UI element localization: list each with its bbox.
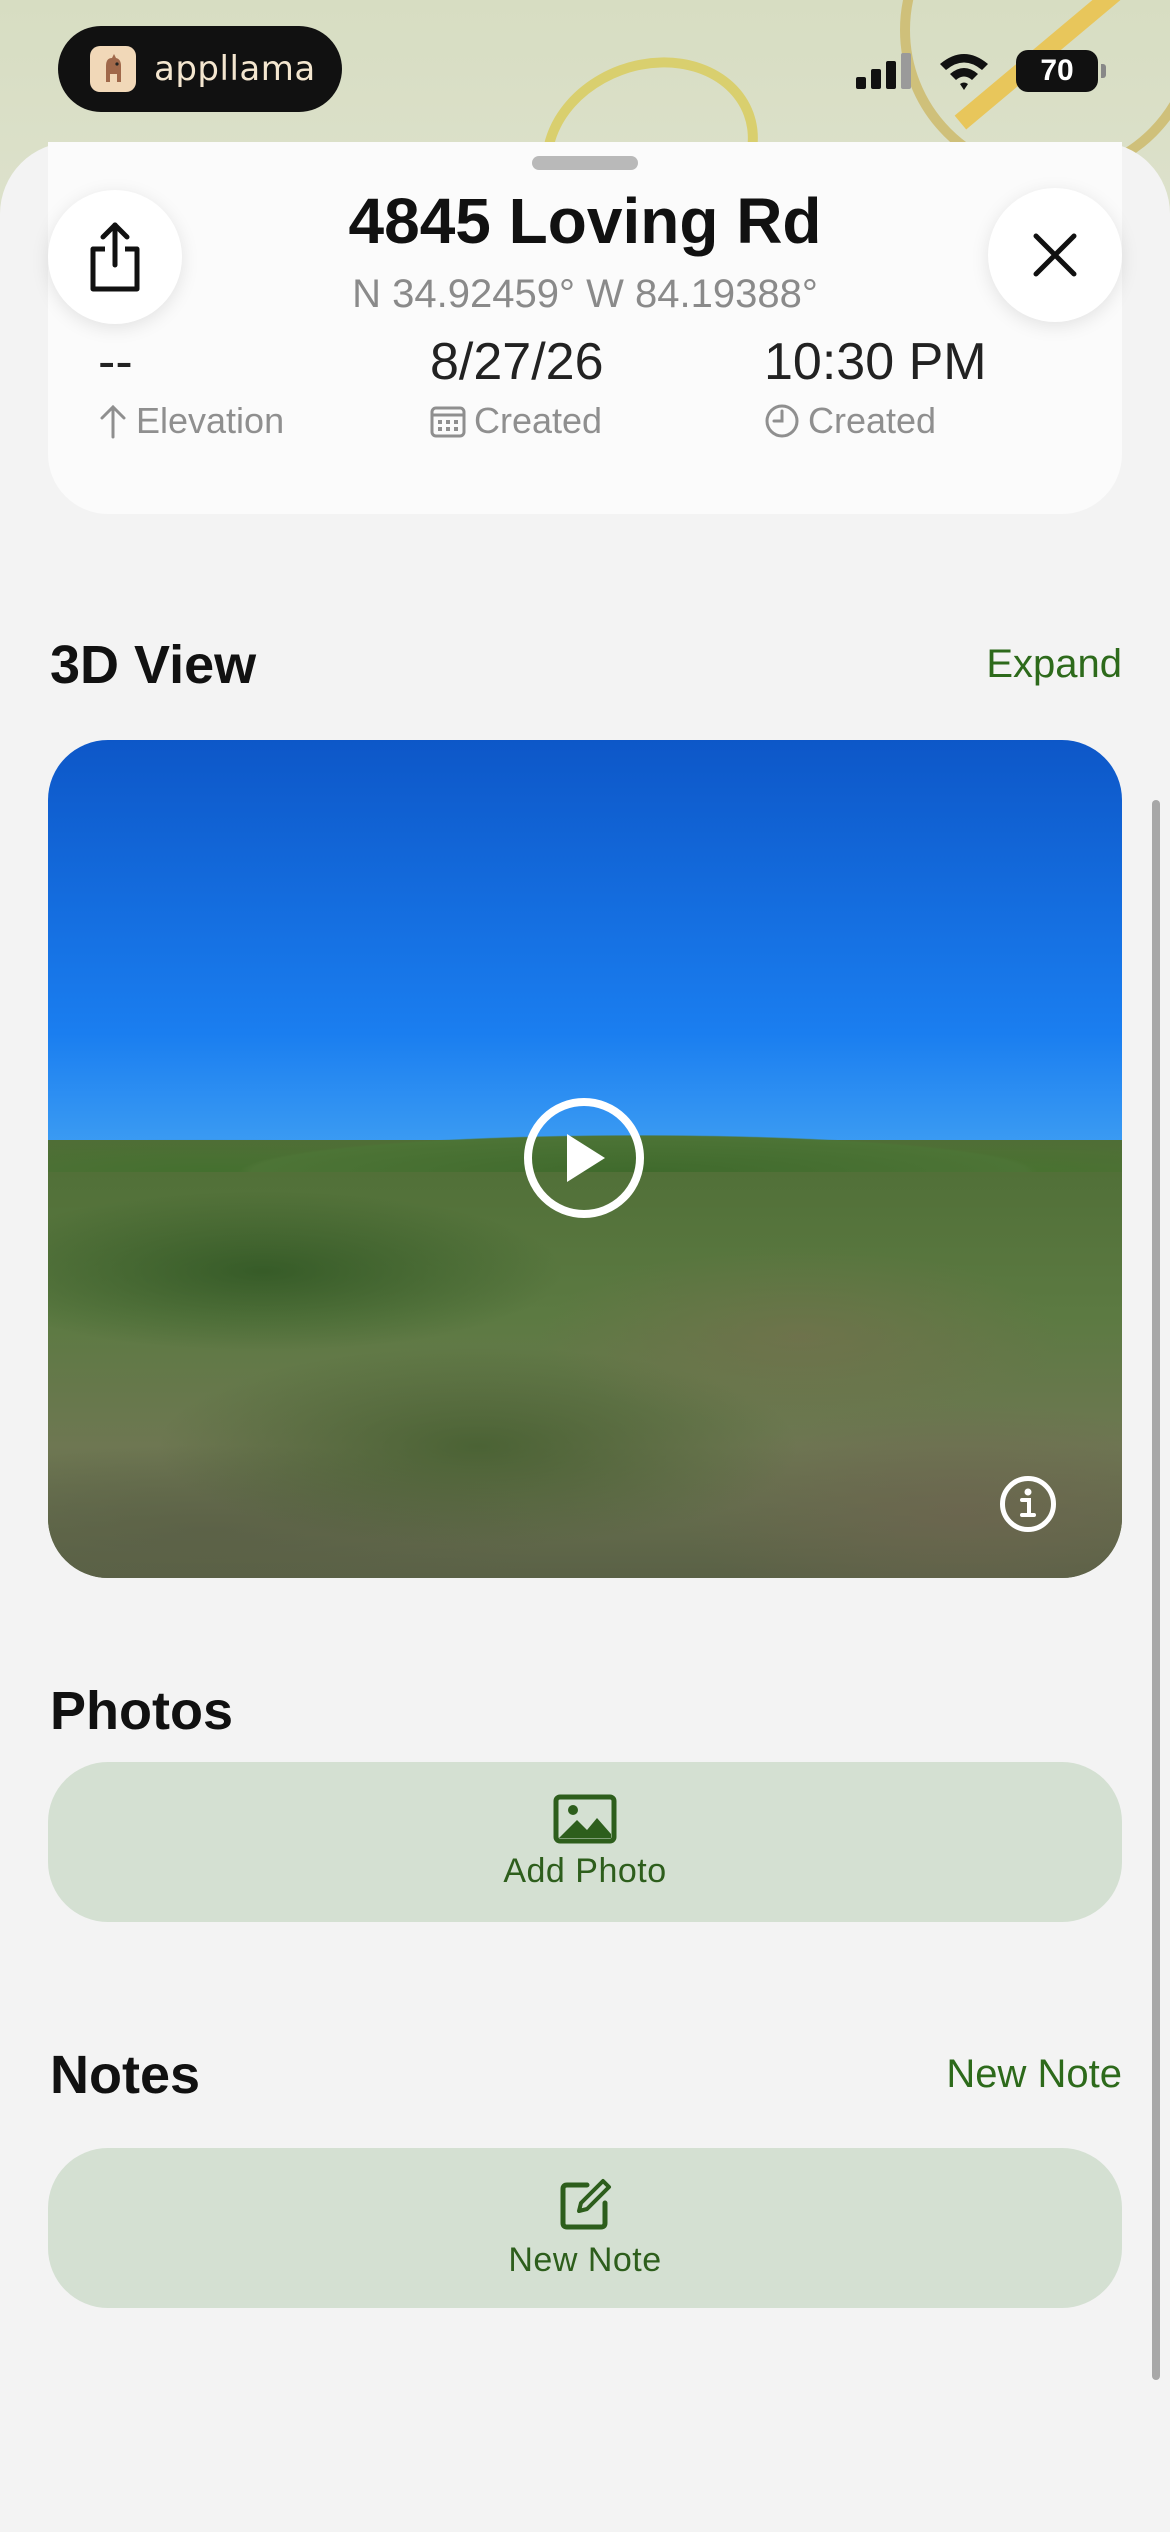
location-coordinates: N 34.92459° W 84.19388° — [352, 272, 818, 316]
wifi-icon — [940, 54, 988, 90]
scrollbar[interactable] — [1152, 800, 1160, 2380]
info-button[interactable] — [1000, 1476, 1056, 1532]
llama-logo-icon — [90, 46, 136, 92]
photos-heading: Photos — [50, 1681, 233, 1741]
new-note-label: New Note — [508, 2240, 662, 2279]
compose-icon — [560, 2178, 611, 2229]
clock-icon — [765, 404, 799, 438]
info-icon — [1020, 1488, 1036, 1517]
stat-created-date: 8/27/26 Created — [430, 332, 604, 442]
elevation-value: -- — [98, 333, 133, 391]
sheet-grabber[interactable] — [532, 156, 638, 170]
expand-link[interactable]: Expand — [986, 642, 1122, 687]
add-photo-button[interactable]: Add Photo — [48, 1762, 1122, 1922]
elevation-label: Elevation — [136, 400, 285, 441]
new-note-link[interactable]: New Note — [946, 2052, 1122, 2097]
app-name: appllama — [154, 49, 316, 89]
add-photo-label: Add Photo — [503, 1851, 667, 1890]
photo-icon — [553, 1794, 617, 1843]
new-note-button[interactable]: New Note — [48, 2148, 1122, 2308]
battery-icon: 70 — [1016, 50, 1106, 92]
calendar-icon — [430, 406, 466, 438]
created-time-value: 10:30 PM — [764, 333, 987, 391]
play-icon — [567, 1134, 605, 1182]
3d-view-preview[interactable] — [48, 740, 1122, 1578]
created-date-value: 8/27/26 — [430, 333, 604, 391]
location-title: 4845 Loving Rd — [348, 185, 822, 257]
app-status-pill[interactable]: appllama — [58, 26, 342, 112]
created-date-label: Created — [474, 400, 603, 441]
play-button[interactable] — [524, 1098, 644, 1218]
cellular-signal-icon — [856, 53, 911, 89]
stat-elevation: -- Elevation — [98, 332, 284, 442]
created-time-label: Created — [808, 400, 937, 441]
battery-level: 70 — [1040, 54, 1074, 87]
notes-heading: Notes — [50, 2045, 201, 2105]
status-icons: 70 — [856, 50, 1106, 92]
arrow-up-icon — [100, 404, 126, 439]
3d-view-heading: 3D View — [50, 635, 257, 695]
stat-created-time: 10:30 PM Created — [764, 332, 987, 442]
